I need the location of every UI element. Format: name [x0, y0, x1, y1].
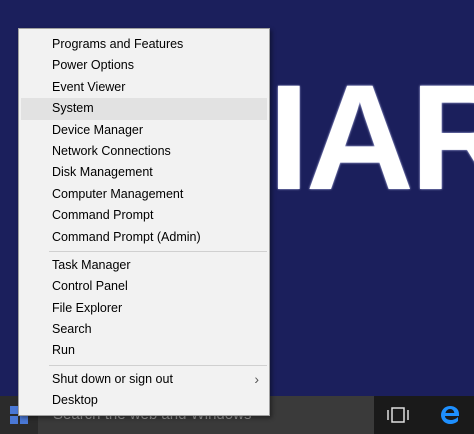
task-view-icon: [387, 407, 409, 423]
task-view-button[interactable]: [380, 400, 416, 430]
menu-item-disk-management[interactable]: Disk Management: [19, 162, 269, 183]
menu-item-network-connections[interactable]: Network Connections: [19, 141, 269, 162]
menu-item-label: Shut down or sign out: [52, 371, 173, 386]
menu-item-computer-management[interactable]: Computer Management: [19, 184, 269, 205]
menu-item-control-panel[interactable]: Control Panel: [19, 276, 269, 297]
chevron-right-icon: ›: [254, 370, 259, 387]
power-user-menu: Programs and Features Power Options Even…: [18, 28, 270, 416]
menu-item-shut-down-or-sign-out[interactable]: Shut down or sign out ›: [19, 369, 269, 390]
edge-button[interactable]: [432, 400, 468, 430]
menu-item-power-options[interactable]: Power Options: [19, 55, 269, 76]
menu-item-desktop[interactable]: Desktop: [19, 390, 269, 411]
menu-separator: [49, 364, 267, 366]
menu-item-file-explorer[interactable]: File Explorer: [19, 298, 269, 319]
menu-item-system[interactable]: System: [21, 98, 267, 120]
desktop-background-text: IAR: [268, 62, 474, 212]
menu-group-3: Shut down or sign out › Desktop: [19, 369, 269, 412]
menu-item-command-prompt[interactable]: Command Prompt: [19, 205, 269, 226]
menu-item-command-prompt-admin[interactable]: Command Prompt (Admin): [19, 227, 269, 248]
edge-icon: [441, 406, 459, 424]
menu-group-1: Programs and Features Power Options Even…: [19, 34, 269, 248]
menu-item-event-viewer[interactable]: Event Viewer: [19, 77, 269, 98]
menu-group-2: Task Manager Control Panel File Explorer…: [19, 255, 269, 362]
menu-item-search[interactable]: Search: [19, 319, 269, 340]
menu-separator: [49, 250, 267, 252]
menu-item-device-manager[interactable]: Device Manager: [19, 120, 269, 141]
menu-item-task-manager[interactable]: Task Manager: [19, 255, 269, 276]
menu-item-programs-and-features[interactable]: Programs and Features: [19, 34, 269, 55]
menu-item-run[interactable]: Run: [19, 340, 269, 361]
